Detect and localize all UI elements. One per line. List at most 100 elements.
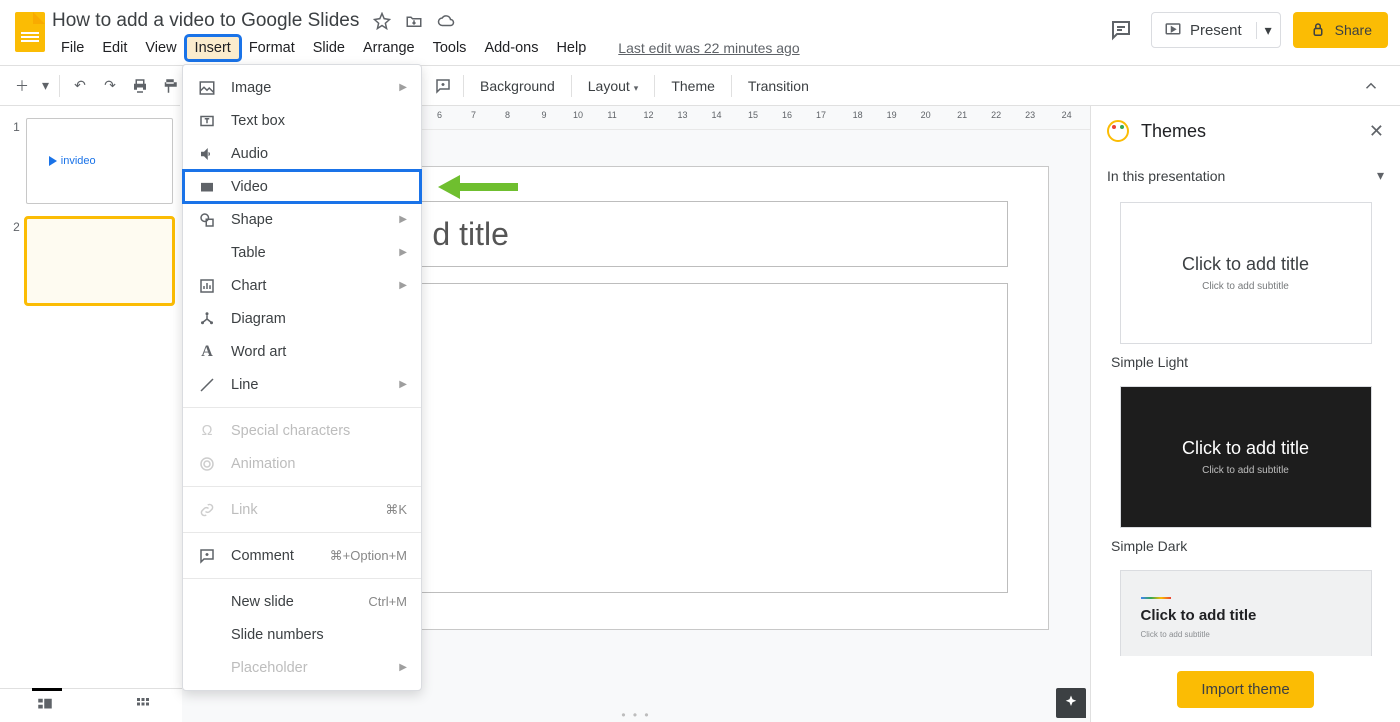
import-theme-button[interactable]: Import theme xyxy=(1177,671,1313,708)
insert-line[interactable]: Line ▶ xyxy=(183,368,421,401)
chevron-down-icon[interactable]: ▾ xyxy=(1377,167,1384,184)
insert-new-slide[interactable]: New slide Ctrl+M xyxy=(183,585,421,618)
theme-label: Simple Light xyxy=(1111,354,1384,370)
wordart-icon: A xyxy=(197,343,217,361)
chart-icon xyxy=(197,277,217,295)
submenu-arrow-icon: ▶ xyxy=(399,214,407,225)
slide-number: 1 xyxy=(8,118,20,204)
undo-icon[interactable]: ↶ xyxy=(66,72,94,100)
image-icon xyxy=(197,79,217,97)
submenu-arrow-icon: ▶ xyxy=(399,280,407,291)
textbox-icon xyxy=(197,112,217,130)
share-button[interactable]: Share xyxy=(1293,12,1388,48)
theme-card-title: Click to add title xyxy=(1182,438,1309,459)
slide-entry-2[interactable]: 2 xyxy=(8,218,173,304)
insert-video[interactable]: Video xyxy=(183,170,421,203)
insert-chart[interactable]: Chart ▶ xyxy=(183,269,421,302)
insert-special-characters: Ω Special characters xyxy=(183,414,421,447)
new-slide-dropdown-icon[interactable]: ▾ xyxy=(38,72,53,100)
menu-slide[interactable]: Slide xyxy=(304,36,354,60)
insert-slide-numbers[interactable]: Slide numbers xyxy=(183,618,421,651)
insert-textbox[interactable]: Text box xyxy=(183,104,421,137)
speaker-notes-handle[interactable]: • • • xyxy=(621,708,650,722)
play-triangle-icon xyxy=(49,156,57,166)
explore-button[interactable] xyxy=(1056,688,1086,718)
share-label: Share xyxy=(1335,22,1372,38)
filmstrip: 1 invideo 2 xyxy=(0,106,182,722)
omega-icon: Ω xyxy=(197,423,217,439)
menu-bar: File Edit View Insert Format Slide Arran… xyxy=(52,32,1103,60)
insert-comment[interactable]: Comment ⌘+Option+M xyxy=(183,539,421,572)
theme-card-simple-dark[interactable]: Click to add title Click to add subtitle xyxy=(1120,386,1372,528)
theme-card-streamline[interactable]: Click to add title Click to add subtitle xyxy=(1120,570,1372,656)
insert-shape[interactable]: Shape ▶ xyxy=(183,203,421,236)
background-button[interactable]: Background xyxy=(470,78,565,94)
in-this-presentation-label: In this presentation xyxy=(1107,168,1225,184)
theme-button[interactable]: Theme xyxy=(661,78,725,94)
themes-list: Click to add title Click to add subtitle… xyxy=(1091,194,1400,656)
diagram-icon xyxy=(197,310,217,328)
palette-icon xyxy=(1107,120,1129,142)
insert-audio[interactable]: Audio xyxy=(183,137,421,170)
submenu-arrow-icon: ▶ xyxy=(399,247,407,258)
theme-card-simple-light[interactable]: Click to add title Click to add subtitle xyxy=(1120,202,1372,344)
insert-image[interactable]: Image ▶ xyxy=(183,71,421,104)
menu-help[interactable]: Help xyxy=(547,36,595,60)
menu-addons[interactable]: Add-ons xyxy=(475,36,547,60)
theme-card-subtitle: Click to add subtitle xyxy=(1202,281,1289,292)
animation-icon xyxy=(197,455,217,473)
add-comment-icon[interactable] xyxy=(429,72,457,100)
document-title[interactable]: How to add a video to Google Slides xyxy=(52,10,359,32)
theme-card-title: Click to add title xyxy=(1141,607,1257,624)
app-logo[interactable] xyxy=(8,6,52,52)
menu-tools[interactable]: Tools xyxy=(424,36,476,60)
menu-edit[interactable]: Edit xyxy=(93,36,136,60)
collapse-toolbar-icon[interactable] xyxy=(1358,72,1392,100)
comments-icon[interactable] xyxy=(1103,12,1139,48)
invideo-logo: invideo xyxy=(27,155,96,167)
insert-animation: Animation xyxy=(183,447,421,480)
menu-file[interactable]: File xyxy=(52,36,93,60)
submenu-arrow-icon: ▶ xyxy=(399,379,407,390)
shape-icon xyxy=(197,211,217,229)
menu-arrange[interactable]: Arrange xyxy=(354,36,424,60)
menu-view[interactable]: View xyxy=(136,36,185,60)
app-header: How to add a video to Google Slides File… xyxy=(0,0,1400,66)
slide-thumbnail-selected[interactable] xyxy=(26,218,173,304)
grid-view-icon[interactable] xyxy=(134,695,152,716)
close-icon[interactable]: ✕ xyxy=(1369,121,1384,142)
layout-dropdown[interactable]: Layout xyxy=(578,78,649,94)
present-dropdown-icon[interactable]: ▾ xyxy=(1256,22,1280,39)
slide-number: 2 xyxy=(8,218,20,304)
submenu-arrow-icon: ▶ xyxy=(399,82,407,93)
themes-title: Themes xyxy=(1141,121,1357,142)
insert-wordart[interactable]: A Word art xyxy=(183,335,421,368)
menu-insert[interactable]: Insert xyxy=(186,36,240,60)
redo-icon[interactable]: ↷ xyxy=(96,72,124,100)
present-label: Present xyxy=(1190,22,1242,39)
new-slide-button[interactable]: ＋ xyxy=(8,72,36,100)
insert-table[interactable]: Table ▶ xyxy=(183,236,421,269)
insert-menu-dropdown: Image ▶ Text box Audio Video Shape ▶ Tab… xyxy=(182,64,422,691)
insert-diagram[interactable]: Diagram xyxy=(183,302,421,335)
paint-format-icon[interactable] xyxy=(156,72,184,100)
annotation-arrow xyxy=(438,175,518,199)
comment-icon xyxy=(197,547,217,565)
transition-button[interactable]: Transition xyxy=(738,78,819,94)
cloud-status-icon[interactable] xyxy=(437,12,455,30)
slide-thumbnail[interactable]: invideo xyxy=(26,118,173,204)
print-icon[interactable] xyxy=(126,72,154,100)
present-button[interactable]: Present ▾ xyxy=(1151,12,1281,48)
menu-format[interactable]: Format xyxy=(240,36,304,60)
last-edit-link[interactable]: Last edit was 22 minutes ago xyxy=(609,36,808,60)
move-to-drive-icon[interactable] xyxy=(405,12,423,30)
star-icon[interactable] xyxy=(373,12,391,30)
slide-entry-1[interactable]: 1 invideo xyxy=(8,118,173,204)
audio-icon xyxy=(197,145,217,163)
insert-link: Link ⌘K xyxy=(183,493,421,526)
filmstrip-view-icon[interactable] xyxy=(36,695,54,716)
theme-card-subtitle: Click to add subtitle xyxy=(1202,465,1289,476)
video-icon xyxy=(197,178,217,196)
title-area: How to add a video to Google Slides File… xyxy=(52,6,1103,60)
link-icon xyxy=(197,501,217,519)
